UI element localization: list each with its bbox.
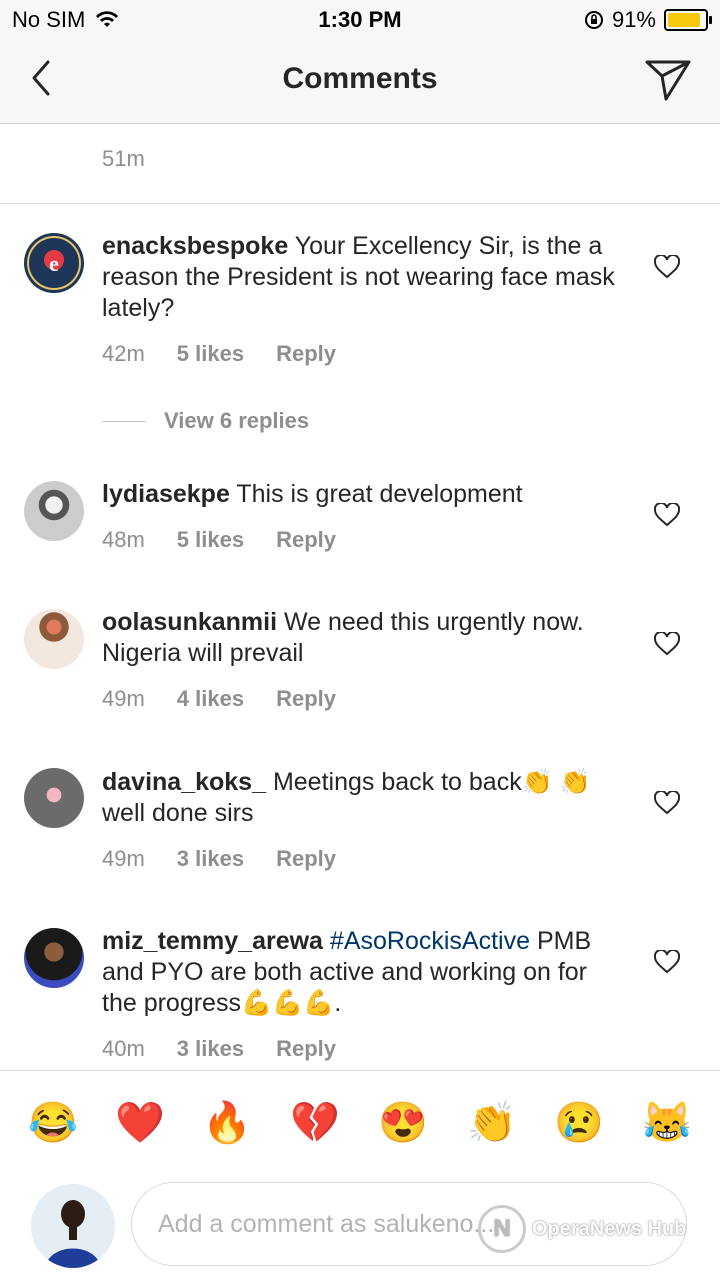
comment-username[interactable]: davina_koks_ [102, 768, 266, 796]
comment-body: This is great development [236, 480, 523, 508]
reply-button[interactable]: Reply [276, 527, 336, 553]
comment-time: 49m [102, 686, 145, 711]
avatar[interactable] [24, 481, 84, 541]
comment-meta: 48m 5 likes Reply [102, 527, 336, 553]
comment-meta: 49m 3 likes Reply [102, 846, 336, 872]
comment-username[interactable]: oolasunkanmii [102, 608, 277, 636]
emoji-heart-button[interactable]: ❤️ [110, 1094, 170, 1152]
emoji-crying-button[interactable]: 😢 [549, 1094, 609, 1152]
emoji-tears-of-joy-button[interactable]: 😂 [23, 1094, 83, 1152]
heart-icon[interactable] [654, 632, 680, 656]
comment-likes[interactable]: 5 likes [177, 341, 244, 367]
emoji-fire-button[interactable]: 🔥 [197, 1094, 257, 1152]
comment-time: 48m [102, 527, 145, 552]
divider [0, 203, 720, 204]
reply-button[interactable]: Reply [276, 1036, 336, 1062]
avatar[interactable]: e [24, 233, 84, 293]
heart-icon[interactable] [654, 503, 680, 527]
comment-likes[interactable]: 3 likes [177, 1036, 244, 1062]
reply-button[interactable]: Reply [276, 341, 336, 367]
battery-percent: 91% [611, 7, 656, 32]
emoji-quick-bar: 😂 ❤️ 🔥 💔 😍 👏 😢 😹 [0, 1094, 720, 1152]
rotation-lock-icon [584, 11, 603, 29]
emoji-broken-heart-button[interactable]: 💔 [285, 1094, 345, 1152]
avatar[interactable] [24, 768, 84, 828]
heart-icon[interactable] [654, 255, 680, 279]
comment-username[interactable]: enacksbespoke [102, 232, 288, 260]
comment-likes[interactable]: 5 likes [177, 527, 244, 553]
nav-bar: Comments [0, 40, 720, 124]
comment-time: 49m [102, 846, 145, 871]
comment-text: davina_koks_ Meetings back to back👏 👏wel… [102, 767, 622, 829]
avatar-logo-icon: e [27, 236, 81, 290]
avatar[interactable] [24, 609, 84, 669]
comment-username[interactable]: miz_temmy_arewa [102, 927, 323, 955]
divider [102, 420, 146, 422]
view-replies-button[interactable]: View 6 replies [102, 408, 309, 434]
watermark: N OperaNews Hub [478, 1205, 686, 1253]
reply-button[interactable]: Reply [276, 686, 336, 712]
reply-button[interactable]: Reply [276, 846, 336, 872]
send-icon[interactable] [644, 58, 692, 102]
emoji-heart-eyes-button[interactable]: 😍 [373, 1094, 433, 1152]
comment-meta: 42m 5 likes Reply [102, 341, 336, 367]
comment-meta: 40m 3 likes Reply [102, 1036, 336, 1062]
avatar[interactable] [24, 928, 84, 988]
page-title: Comments [282, 62, 438, 95]
hashtag-link[interactable]: #AsoRockisActive [330, 927, 530, 955]
person-icon [31, 1184, 115, 1268]
comment-time: 42m [102, 341, 145, 366]
my-avatar [31, 1184, 115, 1268]
status-bar: No SIM 1:30 PM 91% [0, 0, 720, 40]
comment-text: oolasunkanmii We need this urgently now.… [102, 607, 622, 669]
divider [0, 1070, 720, 1071]
battery-icon [664, 9, 712, 31]
emoji-clapping-button[interactable]: 👏 [462, 1094, 522, 1152]
heart-icon[interactable] [654, 791, 680, 815]
comment-meta: 49m 4 likes Reply [102, 686, 336, 712]
opera-news-logo-icon: N [478, 1205, 526, 1253]
comment-text: enacksbespoke Your Excellency Sir, is th… [102, 231, 622, 324]
watermark-text: OperaNews Hub [532, 1217, 687, 1240]
svg-text:e: e [49, 251, 59, 276]
heart-icon[interactable] [654, 950, 680, 974]
emoji-cat-joy-button[interactable]: 😹 [637, 1094, 697, 1152]
previous-comment-time: 51m [102, 146, 145, 171]
comment-text: miz_temmy_arewa #AsoRockisActive PMB and… [102, 926, 622, 1019]
comment-likes[interactable]: 3 likes [177, 846, 244, 872]
comment-text: lydiasekpe This is great development [102, 479, 622, 510]
view-replies-label: View 6 replies [164, 408, 310, 433]
comment-time: 40m [102, 1036, 145, 1061]
comment-username[interactable]: lydiasekpe [102, 480, 230, 508]
comment-likes[interactable]: 4 likes [177, 686, 244, 712]
